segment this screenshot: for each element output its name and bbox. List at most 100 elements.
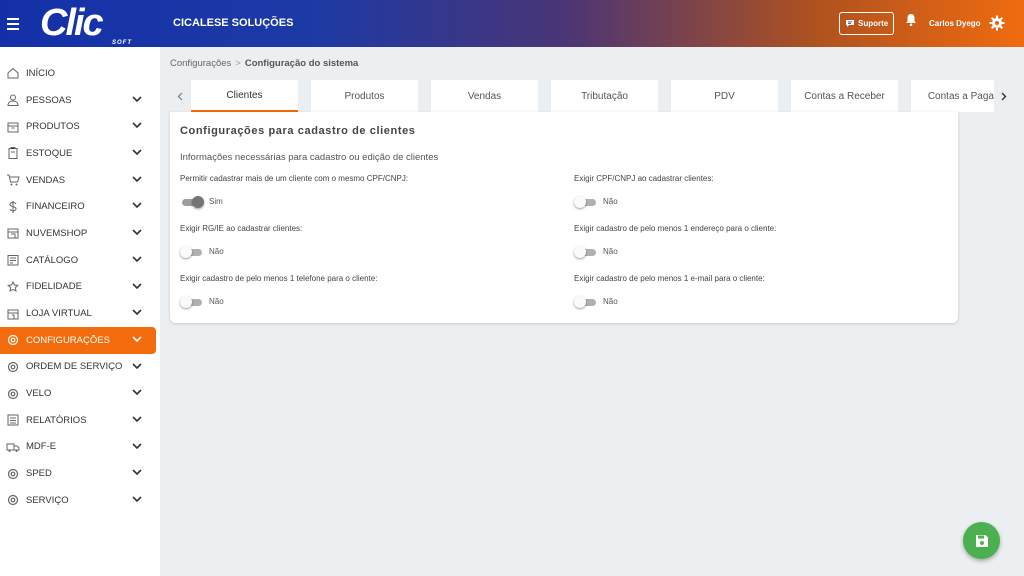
sidebar-item-servico[interactable]: SERVIÇO (0, 487, 160, 514)
sidebar-item-label: FIDELIDADE (26, 281, 82, 293)
breadcrumb: Configurações > Configuração do sistema (170, 58, 358, 69)
tab-scroll-right-icon[interactable] (994, 80, 1014, 112)
toggle-switch[interactable] (180, 196, 204, 208)
toggle-knob (192, 196, 204, 208)
settings-card: Configurações para cadastro de clientes … (170, 112, 958, 323)
sidebar-item-label: VENDAS (26, 174, 66, 186)
sidebar-item-velo[interactable]: VELO (0, 380, 160, 407)
user-name[interactable]: Carlos Dyego (929, 19, 981, 28)
sidebar-item-fidelidade[interactable]: FIDELIDADE (0, 274, 160, 301)
tab-label: Vendas (467, 90, 502, 102)
card-subtitle: Informações necessárias para cadastro ou… (180, 152, 439, 163)
menu-icon[interactable] (0, 0, 26, 47)
sidebar-item-vendas[interactable]: VENDAS (0, 167, 160, 194)
tab-vendas[interactable]: Vendas (431, 80, 538, 112)
sidebar-item-catalogo[interactable]: CATÁLOGO (0, 247, 160, 274)
chevron-down-icon[interactable] (132, 95, 142, 106)
chevron-down-icon[interactable] (132, 228, 142, 239)
sidebar-item-label: SERVIÇO (26, 494, 69, 506)
dollar-icon (6, 200, 20, 214)
service-order-icon (6, 360, 20, 374)
sidebar-item-sped[interactable]: SPED (0, 460, 160, 487)
card-title: Configurações para cadastro de clientes (180, 125, 416, 137)
person-icon (6, 93, 20, 107)
support-label: Suporte (858, 19, 889, 28)
save-button[interactable] (963, 522, 1000, 559)
logo[interactable]: Clic SOFT (40, 4, 132, 46)
sidebar-item-label: ESTOQUE (26, 147, 73, 159)
toggle-knob (180, 296, 192, 308)
sidebar-item-loja-virtual[interactable]: LOJA VIRTUAL (0, 300, 160, 327)
toggle-switch[interactable] (574, 196, 598, 208)
chevron-down-icon[interactable] (132, 335, 142, 346)
sped-icon (6, 467, 20, 481)
bell-icon[interactable] (905, 13, 917, 32)
sidebar-item-label: RELATÓRIOS (26, 414, 87, 426)
tab-contas-a-paga[interactable]: Contas a Paga (911, 80, 994, 112)
toggle-value: Sim (209, 197, 223, 206)
top-bar: Clic SOFT CICALESE SOLUÇÕES Suporte Carl… (0, 0, 1024, 47)
tab-label: Contas a Receber (804, 90, 885, 102)
sidebar-item-label: PESSOAS (26, 94, 72, 106)
sidebar-item-financeiro[interactable]: FINANCEIRO (0, 193, 160, 220)
chevron-down-icon[interactable] (132, 495, 142, 506)
sidebar-item-relatorios[interactable]: RELATÓRIOS (0, 407, 160, 434)
tab-pdv[interactable]: PDV (671, 80, 778, 112)
sidebar-item-configuracoes[interactable]: CONFIGURAÇÕES (0, 326, 156, 354)
chevron-down-icon[interactable] (132, 255, 142, 266)
toggle-value: Não (603, 297, 618, 306)
breadcrumb-current: Configuração do sistema (244, 58, 359, 69)
toggle-switch[interactable] (574, 246, 598, 258)
toggle-value: Não (603, 197, 618, 206)
toggle-switch[interactable] (180, 246, 204, 258)
tab-produtos[interactable]: Produtos (311, 80, 418, 112)
toggle-knob (574, 296, 586, 308)
box-icon (6, 120, 20, 134)
chevron-down-icon[interactable] (132, 442, 142, 453)
toggle-switch[interactable] (180, 296, 204, 308)
tab-scroll-left-icon[interactable] (170, 80, 190, 112)
gear-icon[interactable] (989, 15, 1005, 36)
sidebar-item-label: CATÁLOGO (26, 254, 79, 266)
support-button[interactable]: Suporte (839, 12, 895, 35)
tab-contas-a-receber[interactable]: Contas a Receber (791, 80, 898, 112)
store-icon (6, 226, 20, 240)
shop-icon (6, 307, 20, 321)
toggle-knob (180, 246, 192, 258)
sidebar-item-produtos[interactable]: PRODUTOS (0, 113, 160, 140)
sidebar-item-label: LOJA VIRTUAL (26, 308, 92, 320)
field-label: Exigir RG/IE ao cadastrar clientes: (180, 224, 303, 233)
velo-icon (6, 387, 20, 401)
tab-tributacao[interactable]: Tributação (551, 80, 658, 112)
sidebar-item-label: MDF-E (26, 441, 57, 453)
chevron-down-icon[interactable] (132, 308, 142, 319)
sidebar-item-pessoas[interactable]: PESSOAS (0, 87, 160, 114)
chevron-down-icon[interactable] (132, 175, 142, 186)
tab-clientes[interactable]: Clientes (191, 80, 298, 112)
toggle-switch[interactable] (574, 296, 598, 308)
toggle-knob (574, 246, 586, 258)
loyalty-icon (6, 280, 20, 294)
field-label: Exigir cadastro de pelo menos 1 endereço… (574, 224, 777, 233)
chevron-down-icon[interactable] (132, 148, 142, 159)
tab-label: Produtos (344, 90, 385, 102)
clipboard-icon (6, 146, 20, 160)
sidebar-item-nuvemshop[interactable]: NUVEMSHOP (0, 220, 160, 247)
chevron-down-icon[interactable] (132, 388, 142, 399)
sidebar-item-ordem-de-servico[interactable]: ORDEM DE SERVIÇO (0, 354, 160, 381)
breadcrumb-parent[interactable]: Configurações (170, 58, 231, 69)
chevron-down-icon[interactable] (132, 282, 142, 293)
chevron-down-icon[interactable] (132, 362, 142, 373)
logo-subtext: SOFT (112, 40, 132, 46)
sidebar-item-label: SPED (26, 468, 52, 480)
sidebar-item-mdf-e[interactable]: MDF-E (0, 434, 160, 461)
chevron-down-icon[interactable] (132, 201, 142, 212)
chevron-down-icon[interactable] (132, 468, 142, 479)
sidebar-item-inicio[interactable]: INÍCIO (0, 60, 160, 87)
tabs-bar: Clientes Produtos Vendas Tributação PDV Conta… (170, 80, 1014, 112)
chevron-down-icon[interactable] (132, 121, 142, 132)
sidebar-item-estoque[interactable]: ESTOQUE (0, 140, 160, 167)
logo-text: Clic (40, 2, 104, 44)
chevron-down-icon[interactable] (132, 415, 142, 426)
sidebar-item-label: ORDEM DE SERVIÇO (26, 361, 123, 373)
